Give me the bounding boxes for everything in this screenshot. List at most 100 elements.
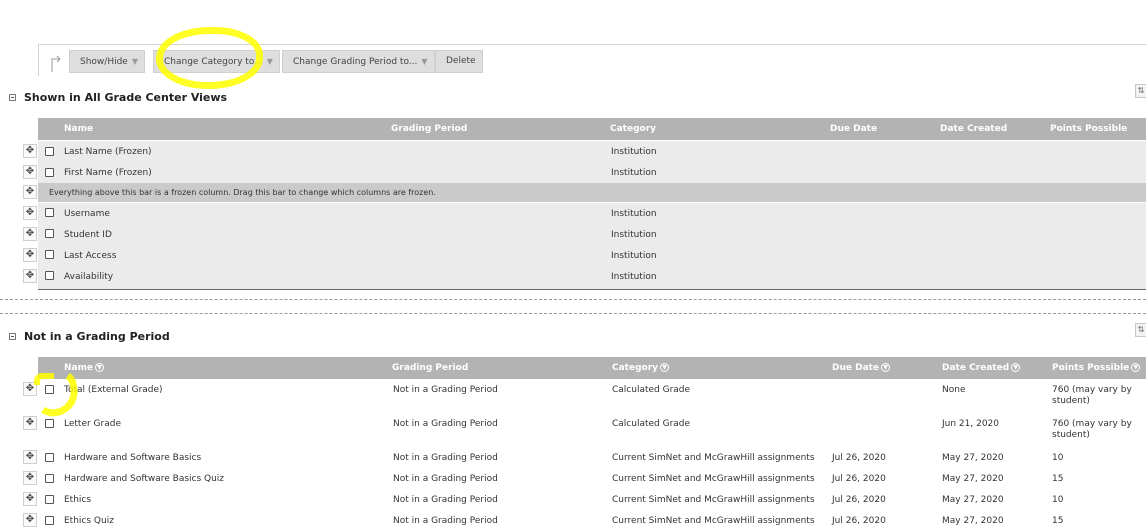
row-category: Current SimNet and McGrawHill assignment… bbox=[612, 516, 815, 526]
row-name[interactable]: First Name (Frozen) bbox=[64, 168, 152, 179]
chevron-down-icon[interactable]: ▼ bbox=[881, 363, 891, 372]
table-row: Hardware and Software Basics Quiz Not in… bbox=[38, 474, 1146, 485]
row-due-date: Jul 26, 2020 bbox=[832, 516, 886, 526]
row-category: Current SimNet and McGrawHill assignment… bbox=[612, 474, 815, 484]
row-category: Institution bbox=[611, 147, 657, 157]
move-arrows-icon[interactable]: ✥ bbox=[23, 269, 37, 283]
chevron-down-icon: ▼ bbox=[266, 57, 273, 66]
move-arrows-icon[interactable]: ✥ bbox=[23, 165, 37, 179]
row-name[interactable]: Hardware and Software Basics bbox=[64, 453, 201, 464]
table-row: Last Access Institution bbox=[38, 251, 1146, 262]
row-category: Institution bbox=[611, 209, 657, 219]
column-header-points-possible[interactable]: Points Possible bbox=[1050, 118, 1127, 140]
table-header: Name ▼ Grading Period Category ▼ Due Date ▼… bbox=[38, 357, 1146, 379]
sort-icon[interactable]: ⇅ bbox=[1135, 84, 1146, 98]
row-points-possible: 15 bbox=[1052, 474, 1064, 484]
table-divider bbox=[38, 289, 1146, 290]
column-header-name[interactable]: Name bbox=[64, 118, 93, 140]
move-arrows-icon[interactable]: ✥ bbox=[23, 206, 37, 220]
row-name[interactable]: Total (External Grade) bbox=[64, 385, 163, 396]
row-date-created: May 27, 2020 bbox=[942, 495, 1004, 505]
row-name[interactable]: Ethics bbox=[64, 495, 91, 506]
row-name[interactable]: Student ID bbox=[64, 230, 112, 241]
table-row: Username Institution bbox=[38, 209, 1146, 220]
row-category: Institution bbox=[611, 251, 657, 261]
column-header-points-possible[interactable]: Points Possible ▼ bbox=[1052, 357, 1141, 379]
row-grading-period: Not in a Grading Period bbox=[393, 453, 498, 463]
chevron-down-icon: ▼ bbox=[131, 57, 138, 66]
table-row: Ethics Quiz Not in a Grading Period Curr… bbox=[38, 516, 1146, 527]
column-header-category[interactable]: Category bbox=[610, 118, 656, 140]
row-category: Institution bbox=[611, 168, 657, 178]
table-row: Total (External Grade) Not in a Grading … bbox=[38, 385, 1146, 411]
row-due-date: Jul 26, 2020 bbox=[832, 495, 886, 505]
highlight-annotation bbox=[156, 27, 263, 89]
row-grading-period: Not in a Grading Period bbox=[393, 419, 498, 429]
move-arrows-icon[interactable]: ✥ bbox=[23, 492, 37, 506]
table-header: Name Grading Period Category Due Date Da… bbox=[38, 118, 1146, 140]
table-row: Ethics Not in a Grading Period Current S… bbox=[38, 495, 1146, 506]
row-name[interactable]: Hardware and Software Basics Quiz bbox=[64, 474, 224, 485]
row-name[interactable]: Availability bbox=[64, 272, 113, 283]
chevron-down-icon[interactable]: ▼ bbox=[1131, 363, 1141, 372]
column-header-grading-period[interactable]: Grading Period bbox=[392, 357, 468, 379]
select-arrow-icon bbox=[51, 55, 61, 72]
move-arrows-icon[interactable]: ✥ bbox=[23, 248, 37, 262]
table-row: Letter Grade Not in a Grading Period Cal… bbox=[38, 419, 1146, 445]
table-row: Student ID Institution bbox=[38, 230, 1146, 241]
row-name[interactable]: Username bbox=[64, 209, 110, 220]
row-category: Current SimNet and McGrawHill assignment… bbox=[612, 495, 815, 505]
row-date-created: May 27, 2020 bbox=[942, 516, 1004, 526]
row-date-created: None bbox=[942, 385, 966, 395]
delete-button[interactable]: Delete bbox=[435, 50, 483, 73]
move-arrows-icon[interactable]: ✥ bbox=[23, 471, 37, 485]
column-header-grading-period[interactable]: Grading Period bbox=[391, 118, 467, 140]
column-header-category[interactable]: Category ▼ bbox=[612, 357, 670, 379]
show-hide-button[interactable]: Show/Hide ▼ bbox=[69, 50, 145, 73]
chevron-down-icon[interactable]: ▼ bbox=[95, 363, 105, 372]
row-name[interactable]: Last Access bbox=[64, 251, 116, 262]
move-arrows-icon[interactable]: ✥ bbox=[23, 227, 37, 241]
row-grading-period: Not in a Grading Period bbox=[393, 474, 498, 484]
section-divider bbox=[0, 313, 1146, 314]
row-points-possible: 760 (may vary by student) bbox=[1052, 385, 1132, 406]
row-date-created: Jun 21, 2020 bbox=[942, 419, 1000, 429]
row-grading-period: Not in a Grading Period bbox=[393, 385, 498, 395]
change-grading-period-button[interactable]: Change Grading Period to... ▼ bbox=[282, 50, 435, 73]
collapse-icon[interactable] bbox=[9, 94, 16, 101]
chevron-down-icon[interactable]: ▼ bbox=[660, 363, 670, 372]
chevron-down-icon: ▼ bbox=[421, 57, 428, 66]
row-category: Current SimNet and McGrawHill assignment… bbox=[612, 453, 815, 463]
row-points-possible: 10 bbox=[1052, 495, 1064, 505]
row-points-possible: 760 (may vary by student) bbox=[1052, 419, 1132, 440]
frozen-column-bar[interactable]: Everything above this bar is a frozen co… bbox=[38, 183, 1146, 202]
row-date-created: May 27, 2020 bbox=[942, 474, 1004, 484]
row-category: Calculated Grade bbox=[612, 385, 691, 395]
row-name[interactable]: Ethics Quiz bbox=[64, 516, 114, 527]
collapse-icon[interactable] bbox=[9, 333, 16, 340]
table-row: Hardware and Software Basics Not in a Gr… bbox=[38, 453, 1146, 464]
move-arrows-icon[interactable]: ✥ bbox=[23, 185, 37, 199]
section-title: Not in a Grading Period bbox=[24, 330, 170, 343]
column-header-due-date[interactable]: Due Date ▼ bbox=[832, 357, 891, 379]
chevron-down-icon[interactable]: ▼ bbox=[1011, 363, 1021, 372]
row-name[interactable]: Letter Grade bbox=[64, 419, 121, 430]
section-header-not-in-grading-period[interactable]: Not in a Grading Period bbox=[9, 330, 170, 343]
move-arrows-icon[interactable]: ✥ bbox=[23, 144, 37, 158]
row-name[interactable]: Last Name (Frozen) bbox=[64, 147, 152, 158]
table-row: First Name (Frozen) Institution bbox=[38, 168, 1146, 179]
column-header-due-date[interactable]: Due Date bbox=[830, 118, 877, 140]
highlight-annotation bbox=[34, 373, 54, 385]
section-header-all-views[interactable]: Shown in All Grade Center Views bbox=[9, 91, 227, 104]
row-grading-period: Not in a Grading Period bbox=[393, 516, 498, 526]
sort-icon[interactable]: ⇅ bbox=[1135, 323, 1146, 337]
move-arrows-icon[interactable]: ✥ bbox=[23, 450, 37, 464]
move-arrows-icon[interactable]: ✥ bbox=[23, 416, 37, 430]
row-grading-period: Not in a Grading Period bbox=[393, 495, 498, 505]
row-date-created: May 27, 2020 bbox=[942, 453, 1004, 463]
move-arrows-icon[interactable]: ✥ bbox=[23, 513, 37, 527]
row-category: Institution bbox=[611, 230, 657, 240]
row-points-possible: 10 bbox=[1052, 453, 1064, 463]
column-header-date-created[interactable]: Date Created ▼ bbox=[942, 357, 1021, 379]
column-header-date-created[interactable]: Date Created bbox=[940, 118, 1007, 140]
